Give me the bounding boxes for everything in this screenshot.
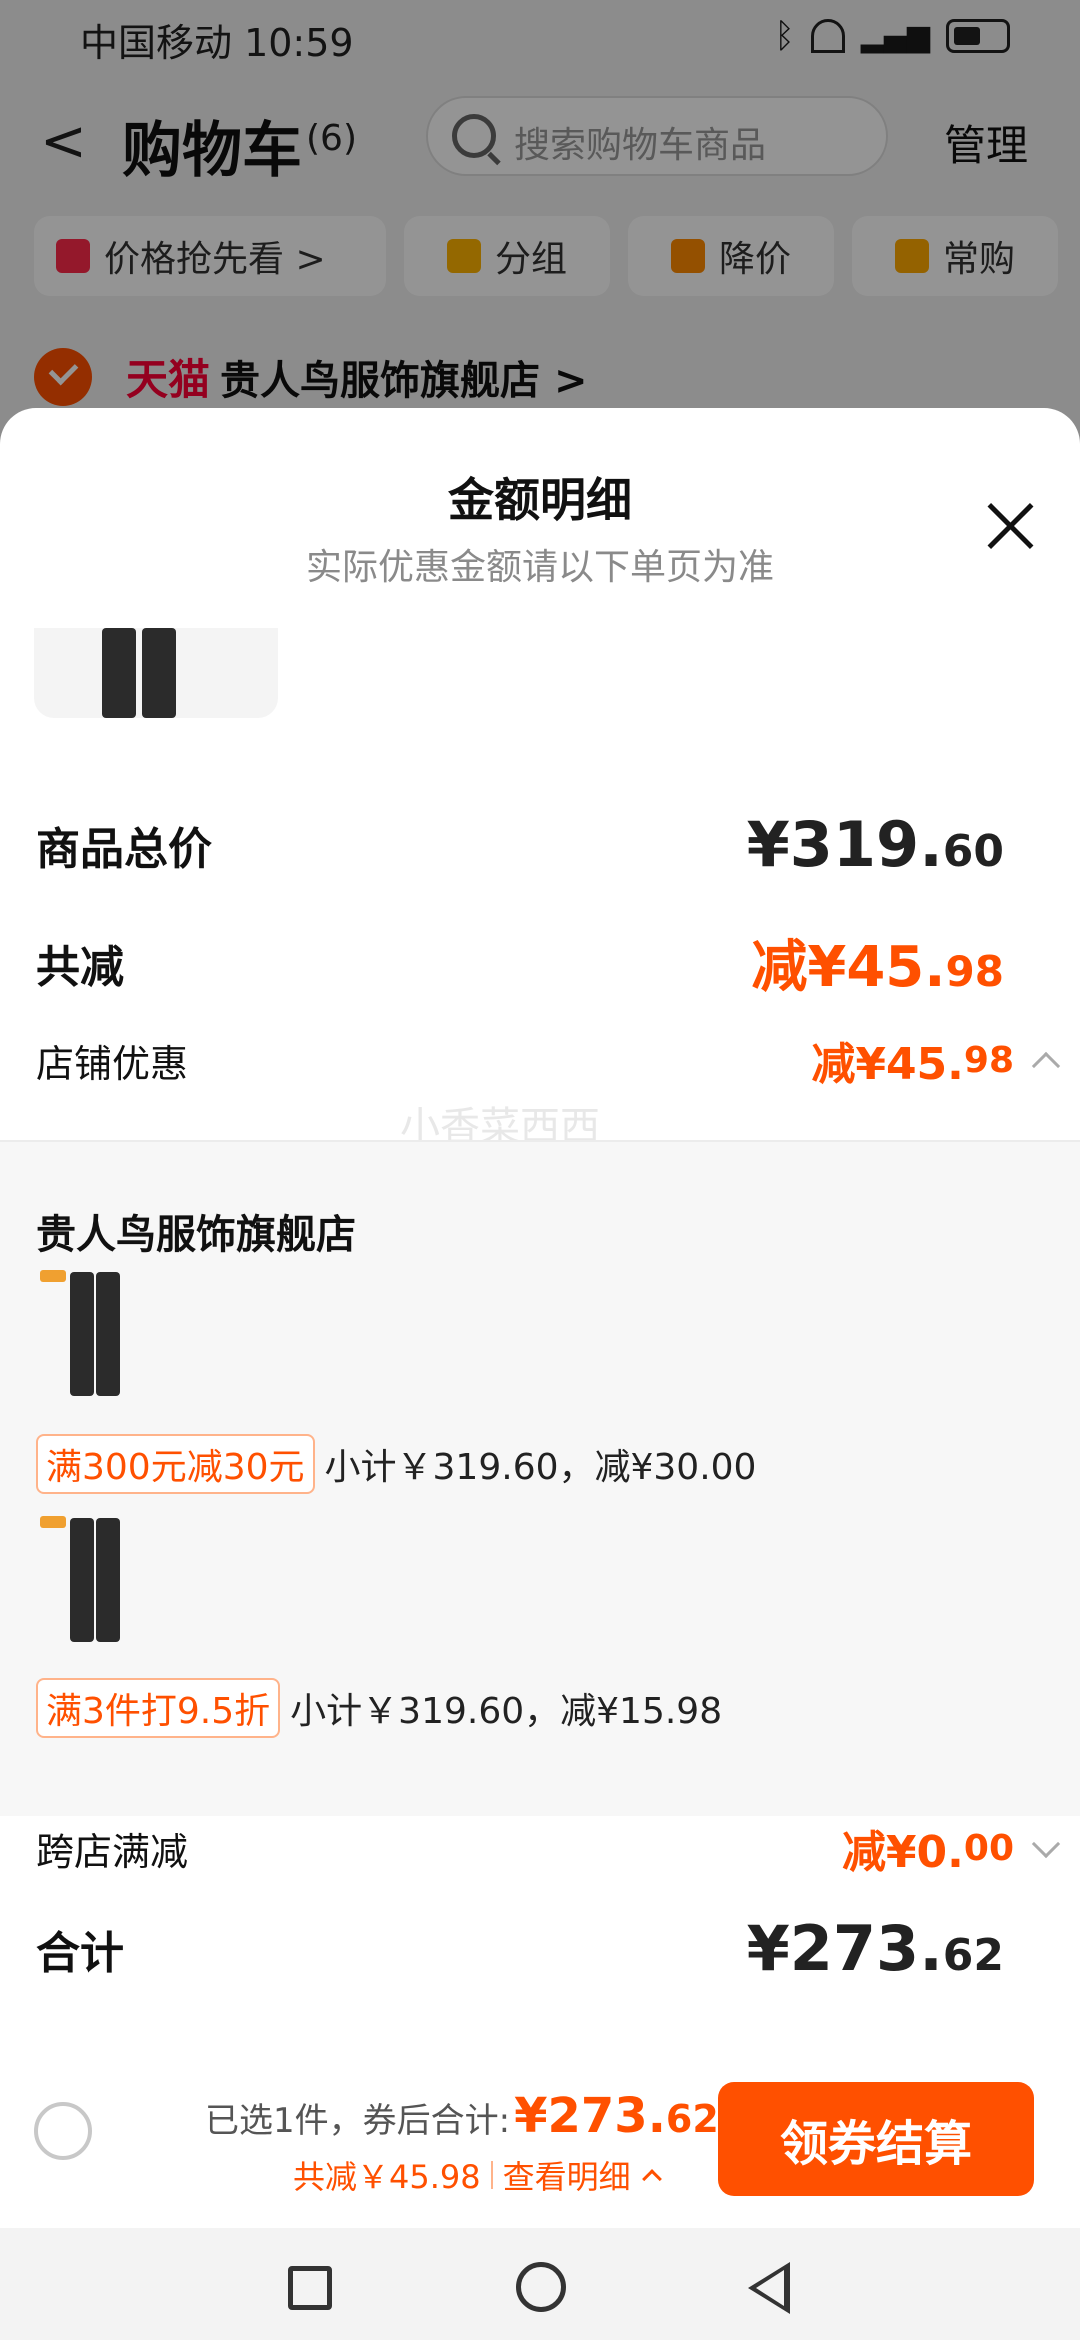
- total-label: 合计: [36, 1927, 124, 1979]
- checkout-button[interactable]: 领券结算: [718, 2082, 1034, 2196]
- row-cross-store[interactable]: 跨店满减 减¥0. 00: [36, 1816, 1061, 1880]
- cross-store-value: 减¥0. 00: [842, 1816, 1061, 1880]
- promo-tag: 满300元减30元: [36, 1434, 315, 1494]
- product-mini-thumbnail: [36, 1512, 136, 1652]
- promo-text: 小计￥319.60，减¥15.98: [290, 1691, 723, 1732]
- sheet-title: 金额明细: [448, 473, 632, 527]
- shop-discount-detail: 贵人鸟服饰旗舰店 满300元减30元 小计￥319.60，减¥30.00 满3件…: [0, 1140, 1080, 1816]
- subtotal-value: ¥319.60: [746, 808, 1004, 881]
- divider: [490, 2161, 493, 2189]
- product-thumbnail: [34, 628, 278, 718]
- cross-store-label: 跨店满减: [36, 1829, 189, 1874]
- system-nav-bar: [0, 2228, 1080, 2340]
- subtotal-label: 商品总价: [36, 823, 212, 875]
- chevron-up-icon[interactable]: [1031, 1051, 1061, 1081]
- promo-tag: 满3件打9.5折: [36, 1678, 281, 1738]
- shop-discount-label: 店铺优惠: [36, 1041, 189, 1086]
- selected-summary: 已选1件，券后合计: ¥273.62: [205, 2088, 719, 2144]
- promo-line: 满300元减30元 小计￥319.60，减¥30.00: [36, 1434, 756, 1494]
- sheet-subtitle: 实际优惠金额请以下单页为准: [305, 547, 774, 588]
- detail-store-name: 贵人鸟服饰旗舰店: [36, 1212, 356, 1258]
- reduce-value: 减¥45.98: [751, 935, 1004, 1000]
- brand-logo: [40, 1270, 66, 1282]
- shop-discount-value: 减¥45. 98: [811, 1028, 1061, 1092]
- row-grand-total: 合计 ¥273.62: [36, 1912, 1004, 1985]
- row-subtotal: 商品总价 ¥319.60: [36, 808, 1004, 881]
- recent-apps-icon[interactable]: [288, 2266, 332, 2310]
- close-icon[interactable]: [986, 500, 1036, 550]
- select-all-radio[interactable]: [34, 2102, 92, 2160]
- checkout-amount: ¥273.62: [514, 2088, 719, 2144]
- promo-line: 满3件打9.5折 小计￥319.60，减¥15.98: [36, 1678, 722, 1738]
- row-total-reduce: 共减 减¥45.98: [36, 922, 1004, 1003]
- brand-logo: [40, 1516, 66, 1528]
- view-detail-link[interactable]: 查看明细: [503, 2152, 631, 2198]
- amount-detail-sheet: 金额明细 实际优惠金额请以下单页为准 商品总价 ¥319.60 共减 减¥45.…: [0, 408, 1080, 2340]
- promo-text: 小计￥319.60，减¥30.00: [324, 1447, 757, 1488]
- product-mini-thumbnail: [36, 1266, 136, 1406]
- checkout-bar: 已选1件，券后合计: ¥273.62 共减￥45.98 查看明细 领券结算: [0, 2048, 1080, 2228]
- reduce-label: 共减: [36, 941, 124, 993]
- home-icon[interactable]: [516, 2262, 566, 2312]
- total-value: ¥273.62: [746, 1912, 1004, 1985]
- overlay-dim[interactable]: [0, 0, 1080, 440]
- chevron-down-icon[interactable]: [1031, 1829, 1061, 1859]
- back-icon[interactable]: [748, 2262, 790, 2314]
- row-shop-discount[interactable]: 店铺优惠 减¥45. 98: [36, 1028, 1061, 1092]
- chevron-up-icon[interactable]: [641, 2169, 662, 2189]
- reduce-summary[interactable]: 共减￥45.98 查看明细: [293, 2152, 662, 2198]
